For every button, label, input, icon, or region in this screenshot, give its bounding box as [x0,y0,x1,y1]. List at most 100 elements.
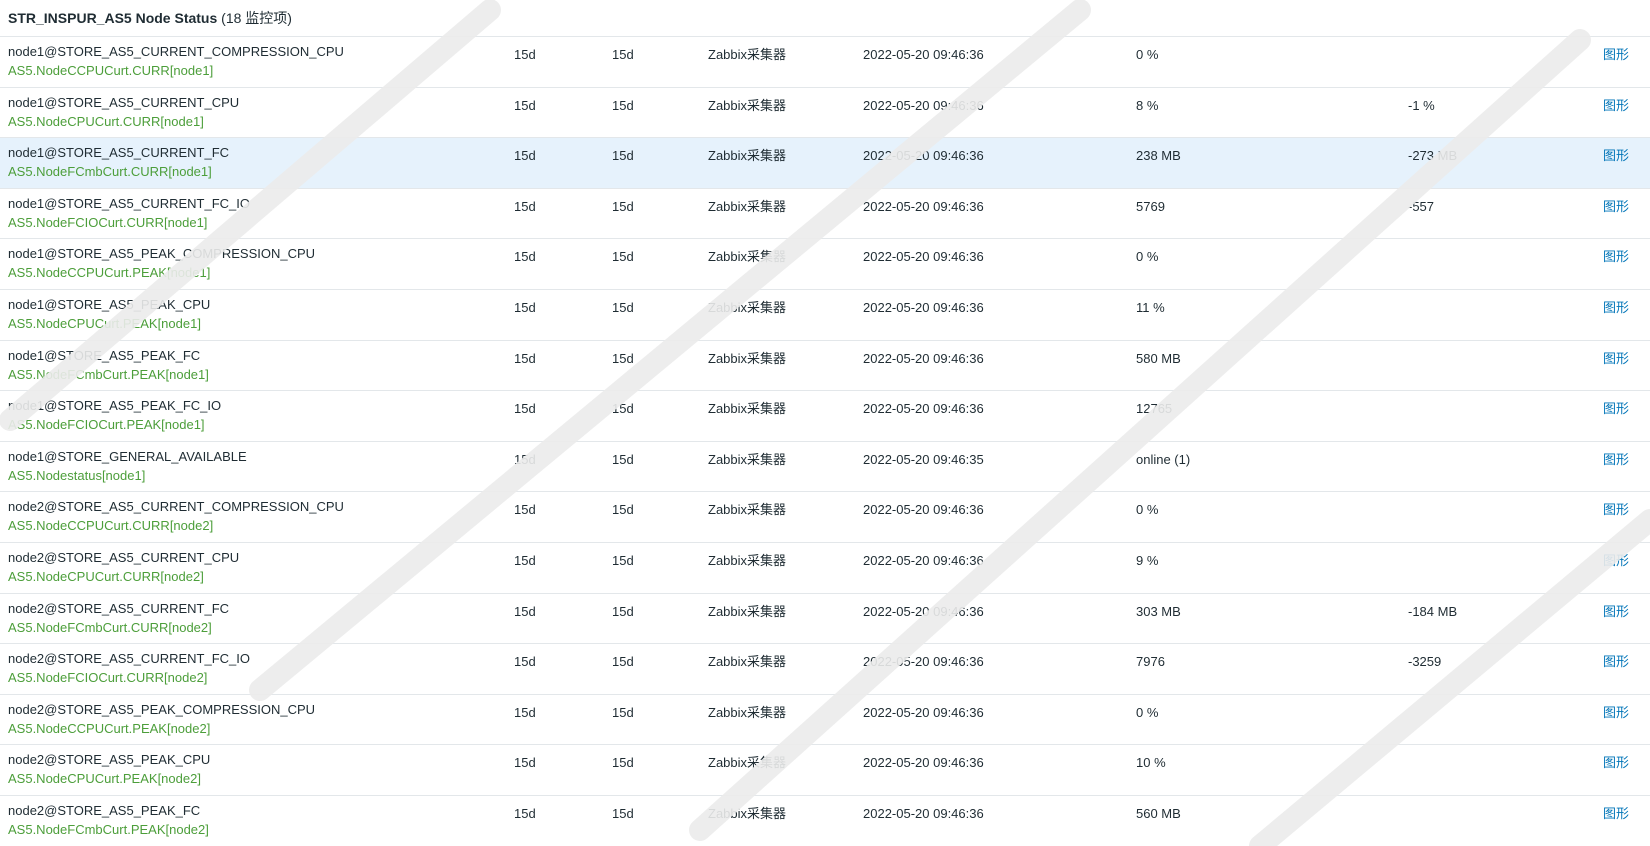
last-value-cell: online (1) [1136,451,1191,467]
item-cell: node1@STORE_AS5_CURRENT_CPU AS5.NodeCPUCu… [8,95,239,130]
table-row[interactable]: node2@STORE_AS5_CURRENT_FC_IO AS5.NodeFCI… [0,644,1650,695]
table-row[interactable]: node1@STORE_AS5_CURRENT_CPU AS5.NodeCPUCu… [0,88,1650,139]
last-value-cell: 0 % [1136,249,1159,265]
last-value-cell: 9 % [1136,552,1159,568]
table-row[interactable]: node1@STORE_GENERAL_AVAILABLE AS5.Nodesta… [0,442,1650,493]
type-cell: Zabbix采集器 [708,805,787,821]
interval-cell: 15d [514,704,536,720]
item-cell: node1@STORE_GENERAL_AVAILABLE AS5.Nodesta… [8,449,247,484]
item-key: AS5.NodeFCmbCurt.PEAK[node1] [8,366,209,382]
graph-link[interactable]: 图形 [1603,755,1629,771]
interval-cell: 15d [514,603,536,619]
type-cell: Zabbix采集器 [708,47,787,62]
table-row[interactable]: node2@STORE_AS5_PEAK_COMPRESSION_CPU AS5.… [0,695,1650,746]
graph-link[interactable]: 图形 [1603,148,1629,164]
history-cell: 15d [612,704,634,720]
change-cell: -3259 [1408,654,1442,670]
last-check-cell: 2022-05-20 09:46:36 [863,97,984,113]
group-name: STR_INSPUR_AS5 Node Status [8,10,218,26]
table-row[interactable]: node2@STORE_AS5_CURRENT_FC AS5.NodeFCmbCu… [0,594,1650,645]
type-cell: Zabbix采集器 [708,148,787,164]
last-value-cell: 0 % [1136,704,1159,720]
group-item-count: (18 监控项) [221,10,292,26]
last-check-cell: 2022-05-20 09:46:36 [863,805,984,821]
graph-link[interactable]: 图形 [1603,199,1629,215]
item-key: AS5.NodeFCmbCurt.CURR[node1] [8,164,212,180]
item-cell: node2@STORE_AS5_PEAK_COMPRESSION_CPU AS5.… [8,702,315,737]
last-check-cell: 2022-05-20 09:46:36 [863,704,984,720]
interval-cell: 15d [514,198,536,214]
graph-link[interactable]: 图形 [1603,401,1629,417]
history-cell: 15d [612,350,634,366]
table-row[interactable]: node1@STORE_AS5_CURRENT_FC AS5.NodeFCmbCu… [0,138,1650,189]
last-check-cell: 2022-05-20 09:46:36 [863,401,984,417]
item-cell: node2@STORE_AS5_CURRENT_COMPRESSION_CPU A… [8,499,344,534]
graph-link[interactable]: 图形 [1603,705,1629,721]
table-row[interactable]: node1@STORE_AS5_PEAK_CPU AS5.NodeCPUCurt.… [0,290,1650,341]
history-cell: 15d [612,97,634,113]
last-value-cell: 5769 [1136,198,1165,214]
table-row[interactable]: node1@STORE_AS5_CURRENT_FC_IO AS5.NodeFCI… [0,189,1650,240]
last-check-cell: 2022-05-20 09:46:36 [863,755,984,771]
graph-link[interactable]: 图形 [1603,553,1629,569]
graph-link[interactable]: 图形 [1603,452,1629,468]
table-row[interactable]: node1@STORE_AS5_PEAK_FC_IO AS5.NodeFCIOCu… [0,391,1650,442]
last-value-cell: 12765 [1136,401,1173,417]
item-name: node1@STORE_AS5_PEAK_FC [8,347,201,363]
history-cell: 15d [612,451,634,467]
item-name: node1@STORE_AS5_CURRENT_FC [8,145,230,161]
last-check-cell: 2022-05-20 09:46:36 [863,198,984,214]
last-check-cell: 2022-05-20 09:46:36 [863,552,984,568]
history-cell: 15d [612,755,634,771]
history-cell: 15d [612,805,634,821]
interval-cell: 15d [514,805,536,821]
graph-link[interactable]: 图形 [1603,300,1629,316]
graph-link[interactable]: 图形 [1603,502,1629,518]
items-table: node1@STORE_AS5_CURRENT_COMPRESSION_CPU A… [0,37,1650,846]
table-row[interactable]: node1@STORE_AS5_CURRENT_COMPRESSION_CPU A… [0,37,1650,88]
item-cell: node2@STORE_AS5_PEAK_FC AS5.NodeFCmbCurt.… [8,803,209,838]
table-row[interactable]: node2@STORE_AS5_PEAK_CPU AS5.NodeCPUCurt.… [0,745,1650,796]
graph-link[interactable]: 图形 [1603,654,1629,670]
change-cell: -273 MB [1408,148,1458,164]
change-cell: -1 % [1408,97,1435,113]
interval-cell: 15d [514,755,536,771]
history-cell: 15d [612,148,634,164]
last-value-cell: 10 % [1136,755,1166,771]
item-cell: node1@STORE_AS5_CURRENT_FC_IO AS5.NodeFCI… [8,196,250,231]
type-cell: Zabbix采集器 [708,654,787,670]
item-key: AS5.NodeCCPUCurt.CURR[node2] [8,518,214,534]
last-value-cell: 11 % [1136,299,1165,315]
graph-link[interactable]: 图形 [1603,98,1629,114]
table-row[interactable]: node1@STORE_AS5_PEAK_FC AS5.NodeFCmbCurt.… [0,341,1650,392]
type-cell: Zabbix采集器 [708,755,787,771]
item-name: node1@STORE_AS5_PEAK_COMPRESSION_CPU [8,246,316,262]
table-row[interactable]: node1@STORE_AS5_PEAK_COMPRESSION_CPU AS5.… [0,239,1650,290]
graph-link[interactable]: 图形 [1603,47,1629,63]
item-name: node2@STORE_AS5_CURRENT_FC_IO [8,651,250,667]
table-row[interactable]: node2@STORE_AS5_CURRENT_CPU AS5.NodeCPUCu… [0,543,1650,594]
last-check-cell: 2022-05-20 09:46:36 [863,350,984,366]
item-cell: node1@STORE_AS5_CURRENT_FC AS5.NodeFCmbCu… [8,145,229,180]
type-cell: Zabbix采集器 [708,350,787,366]
type-cell: Zabbix采集器 [708,401,787,417]
graph-link[interactable]: 图形 [1603,806,1629,822]
item-name: node2@STORE_AS5_CURRENT_FC [8,600,230,616]
interval-cell: 15d [514,299,536,315]
graph-link[interactable]: 图形 [1603,351,1629,367]
graph-link[interactable]: 图形 [1603,249,1629,265]
item-key: AS5.NodeCPUCurt.CURR[node1] [8,113,204,129]
type-cell: Zabbix采集器 [708,704,787,720]
last-check-cell: 2022-05-20 09:46:36 [863,148,984,164]
graph-link[interactable]: 图形 [1603,604,1629,620]
item-key: AS5.NodeFCmbCurt.CURR[node2] [8,619,212,635]
history-cell: 15d [612,502,634,518]
interval-cell: 15d [514,451,536,467]
table-row[interactable]: node2@STORE_AS5_CURRENT_COMPRESSION_CPU A… [0,492,1650,543]
item-name: node2@STORE_AS5_PEAK_CPU [8,752,211,768]
item-cell: node2@STORE_AS5_CURRENT_CPU AS5.NodeCPUCu… [8,550,239,585]
table-row[interactable]: node2@STORE_AS5_PEAK_FC AS5.NodeFCmbCurt.… [0,796,1650,846]
item-cell: node2@STORE_AS5_CURRENT_FC AS5.NodeFCmbCu… [8,601,229,636]
group-header[interactable]: STR_INSPUR_AS5 Node Status (18 监控项) [0,0,1650,37]
history-cell: 15d [612,249,634,265]
